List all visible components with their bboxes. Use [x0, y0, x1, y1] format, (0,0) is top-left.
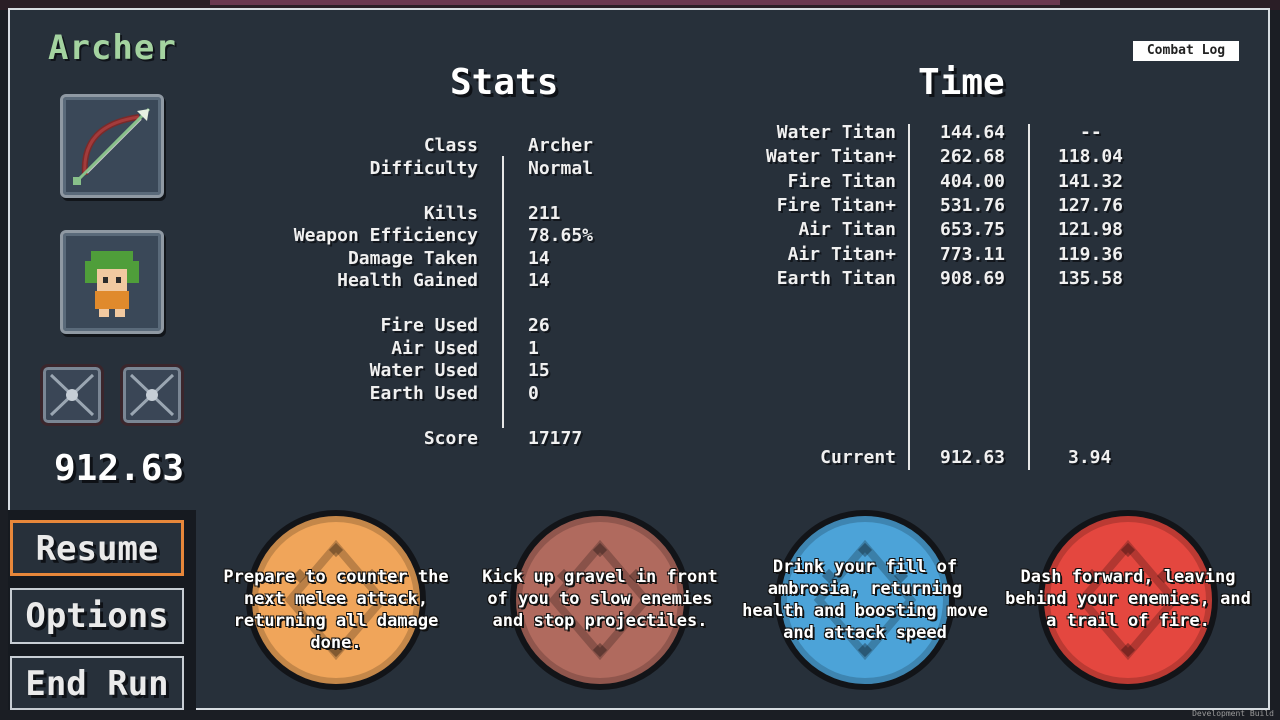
combat-log-button[interactable]: Combat Log [1133, 41, 1239, 61]
time-row-total: 653.75 [940, 219, 1006, 241]
weapon-slot[interactable] [60, 94, 164, 198]
stat-value: 17177 [528, 427, 583, 449]
current-name: Current [820, 447, 896, 468]
stat-value: Archer [528, 135, 594, 156]
current-split: 3.94 [1068, 447, 1112, 468]
stat-value: 1 [528, 337, 539, 359]
time-row-split: -- [1080, 122, 1102, 143]
stat-value: 211 [528, 202, 561, 224]
time-divider-1 [908, 124, 910, 470]
relic-slot-2[interactable] [120, 364, 184, 426]
time-divider-2 [1028, 124, 1030, 470]
stat-label: Water Used [369, 360, 478, 381]
stat-value: 15 [528, 360, 550, 381]
stat-label: Fire Used [380, 315, 478, 336]
end-run-button[interactable]: End Run [10, 656, 184, 710]
time-row-split: 121.98 [1058, 219, 1124, 241]
stat-label: Weapon Efficiency [293, 225, 478, 246]
run-timer: 912.63 [54, 448, 185, 489]
stat-value: 26 [528, 315, 550, 336]
stat-label: Air Used [391, 337, 478, 359]
options-button[interactable]: Options [10, 588, 184, 644]
stat-value: 78.65% [528, 225, 594, 246]
time-row-total: 908.69 [940, 267, 1006, 289]
time-row-name: Water Titan+ [765, 146, 896, 168]
time-row-total: 262.68 [940, 146, 1006, 168]
stats-heading: Stats [450, 62, 559, 103]
stat-label: Kills [423, 202, 478, 224]
ability-description: Dash forward, leaving behind your enemie… [1005, 567, 1251, 631]
time-row-total: 773.11 [940, 243, 1006, 265]
bow-icon [73, 107, 151, 185]
stat-label: Damage Taken [347, 247, 478, 269]
time-row-name: Air Titan [798, 219, 896, 241]
time-row-name: Earth Titan [776, 267, 896, 289]
stat-label: Difficulty [369, 157, 478, 179]
empty-slot-icon [129, 373, 175, 417]
dev-build-label: Development Build [1192, 709, 1274, 718]
stat-label: Score [423, 427, 478, 449]
stats-divider [502, 156, 504, 428]
stat-label: Class [423, 135, 478, 156]
time-row-split: 135.58 [1058, 267, 1124, 289]
stat-label: Health Gained [337, 270, 478, 291]
time-row-total: 404.00 [940, 170, 1006, 192]
resume-button[interactable]: Resume [10, 520, 184, 576]
character-name: Archer [48, 28, 177, 68]
character-portrait-slot[interactable] [60, 230, 164, 334]
time-row-total: 144.64 [940, 122, 1006, 143]
stat-label: Earth Used [369, 382, 478, 404]
current-total: 912.63 [940, 447, 1006, 468]
time-row-name: Fire Titan+ [776, 194, 896, 216]
stat-value: Normal [528, 157, 594, 179]
character-portrait-icon [85, 251, 139, 317]
stat-value: 14 [528, 247, 550, 269]
time-row-name: Fire Titan [787, 170, 896, 192]
time-row-name: Air Titan+ [787, 243, 896, 265]
ability-description: Drink your fill of ambrosia, returning h… [742, 557, 988, 643]
empty-slot-icon [49, 373, 95, 417]
time-row-split: 118.04 [1058, 146, 1124, 168]
time-row-split: 141.32 [1058, 170, 1124, 192]
ability-description: Kick up gravel in front of you to slow e… [482, 567, 718, 631]
time-row-total: 531.76 [940, 194, 1006, 216]
time-row-name: Water Titan [776, 122, 896, 143]
relic-slot-1[interactable] [40, 364, 104, 426]
stat-value: 14 [528, 270, 550, 291]
ability-description: Prepare to counter the next melee attack… [223, 567, 449, 653]
time-heading: Time [918, 62, 1005, 103]
stat-value: 0 [528, 382, 539, 404]
time-row-split: 119.36 [1058, 243, 1124, 265]
time-row-split: 127.76 [1058, 194, 1124, 216]
